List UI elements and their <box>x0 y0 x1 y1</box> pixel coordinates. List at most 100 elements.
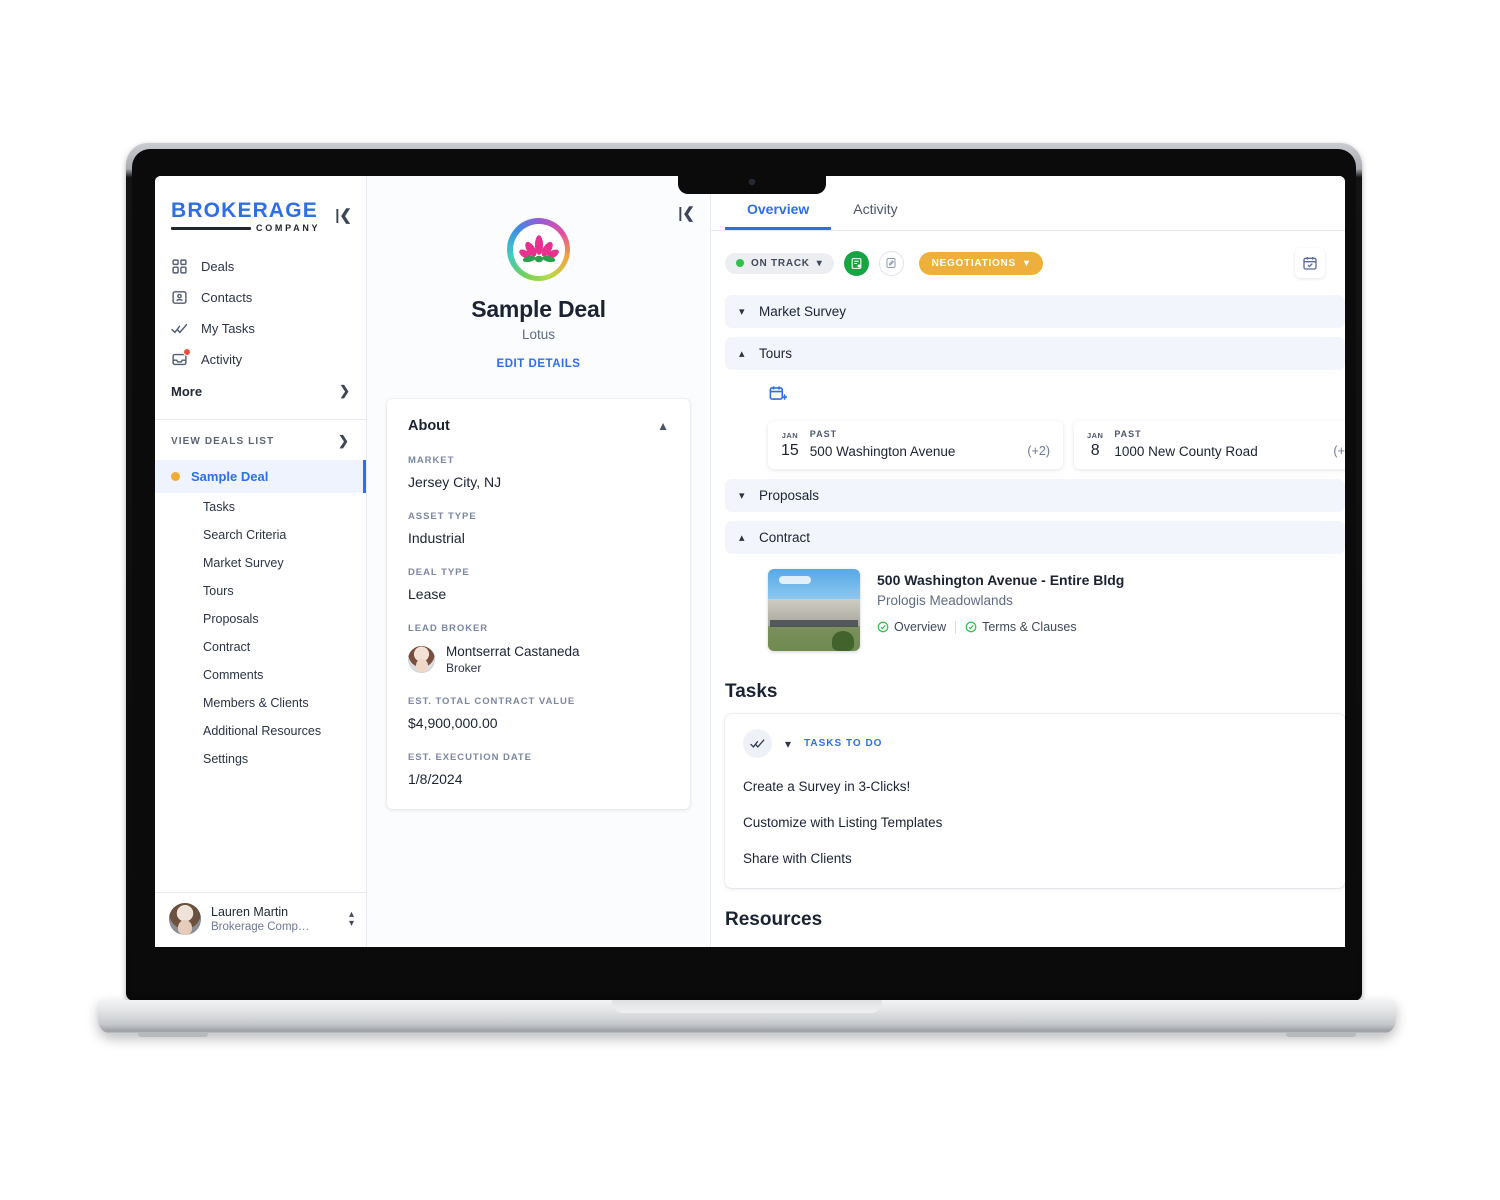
field-value: 1/8/2024 <box>408 771 463 788</box>
chevron-down-icon: ▾ <box>816 257 823 269</box>
status-toolbar: ON TRACK ▾ NEGOTIATIONS ▾ <box>711 231 1345 278</box>
tab-activity[interactable]: Activity <box>831 188 919 230</box>
task-item[interactable]: Customize with Listing Templates <box>743 815 1327 830</box>
survey-report-icon[interactable] <box>843 250 869 276</box>
field-label: LEAD BROKER <box>408 623 489 634</box>
double-check-icon[interactable] <box>743 729 772 758</box>
chevron-down-icon[interactable]: ▾ <box>785 737 791 751</box>
tour-address: 1000 New County Road <box>1114 444 1258 459</box>
status-dot-icon <box>736 259 744 267</box>
active-deal-label: Sample Deal <box>191 469 269 484</box>
tasks-heading: Tasks <box>725 681 778 702</box>
sidebar-item-label: My Tasks <box>201 321 255 336</box>
chevron-updown-icon[interactable]: ▴ ▾ <box>348 910 354 929</box>
tour-status: PAST <box>1114 429 1142 439</box>
user-profile-row[interactable]: Lauren Martin Brokerage Comp… ▴ ▾ <box>155 892 366 947</box>
accordion-contract[interactable]: ▴ Contract <box>725 521 1345 554</box>
note-edit-icon[interactable] <box>878 250 904 276</box>
brand-logo: BROKERAGE COMPANY <box>171 200 320 233</box>
contract-link-label: Overview <box>894 620 947 634</box>
avatar <box>169 903 201 935</box>
base-lip <box>612 1000 882 1013</box>
broker-name: Montserrat Castaneda <box>446 644 580 659</box>
task-item[interactable]: Share with Clients <box>743 851 1327 866</box>
sidebar-item-contract[interactable]: Contract <box>155 633 366 661</box>
sidebar-item-tasks[interactable]: Tasks <box>155 493 366 521</box>
accordion-market-survey[interactable]: ▾ Market Survey <box>725 295 1345 328</box>
field-deal-type: DEAL TYPE Lease <box>408 567 669 602</box>
detail-collapse-icon[interactable]: |❮ <box>678 204 695 222</box>
sidebar-item-members-clients[interactable]: Members & Clients <box>155 689 366 717</box>
field-label: EST. TOTAL CONTRACT VALUE <box>408 696 576 708</box>
chevron-right-icon: ❯ <box>339 383 350 398</box>
sidebar-item-activity[interactable]: Activity <box>155 344 366 375</box>
sidebar-item-proposals[interactable]: Proposals <box>155 605 366 633</box>
camera-icon <box>749 179 755 185</box>
accordion-title: Tours <box>759 346 793 361</box>
inbox-icon <box>171 348 191 368</box>
calendar-plus-icon[interactable] <box>768 384 788 408</box>
sidebar-item-deals[interactable]: Deals <box>155 251 366 282</box>
crm-application: BROKERAGE COMPANY |❮ Deals Contacts My T… <box>155 176 1345 947</box>
tour-card[interactable]: JAN 8 PAST 1000 New County Road (+3) <box>1074 421 1345 469</box>
contract-subtitle: Prologis Meadowlands <box>877 593 1013 608</box>
tours-content: JAN 15 PAST 500 Washington Avenue (+2) J… <box>725 379 1345 479</box>
accordion-proposals[interactable]: ▾ Proposals <box>725 479 1345 512</box>
sidebar-collapse-icon[interactable]: |❮ <box>335 200 352 224</box>
about-card-header[interactable]: About ▲ <box>408 418 669 434</box>
bush-shape <box>832 631 854 651</box>
sidebar-item-more[interactable]: More ❯ <box>155 375 366 409</box>
sidebar-item-sample-deal[interactable]: Sample Deal <box>155 460 366 493</box>
sidebar-item-settings[interactable]: Settings <box>155 745 366 773</box>
tour-day: 15 <box>781 442 799 459</box>
tasks-section: Tasks ▾ TASKS TO DO Create a Survey in 3 <box>711 665 1345 888</box>
deal-subnav: Tasks Search Criteria Market Survey Tour… <box>155 493 366 773</box>
laptop-base <box>98 1000 1396 1037</box>
sidebar-brand-row: BROKERAGE COMPANY |❮ <box>155 176 366 249</box>
sidebar-item-label: Activity <box>201 352 243 367</box>
calendar-check-icon[interactable] <box>1295 248 1325 278</box>
check-circle-icon <box>965 621 977 633</box>
contract-link-terms[interactable]: Terms & Clauses <box>965 620 1077 634</box>
tour-card[interactable]: JAN 15 PAST 500 Washington Avenue (+2) <box>768 421 1063 469</box>
user-name: Lauren Martin <box>211 904 289 919</box>
tour-more-count[interactable]: (+3) <box>1333 444 1345 459</box>
task-item[interactable]: Create a Survey in 3-Clicks! <box>743 779 1327 794</box>
sidebar-item-additional-resources[interactable]: Additional Resources <box>155 717 366 745</box>
status-badge-on-track[interactable]: ON TRACK ▾ <box>725 252 834 274</box>
sidebar-item-search-criteria[interactable]: Search Criteria <box>155 521 366 549</box>
sidebar-item-contacts[interactable]: Contacts <box>155 282 366 313</box>
accordion-sections: ▾ Market Survey ▴ Tours JAN 15 PAST 500 … <box>711 278 1345 665</box>
lead-broker-row[interactable]: Montserrat Castaneda Broker <box>408 643 669 675</box>
accordion-tours[interactable]: ▴ Tours <box>725 337 1345 370</box>
tour-status: PAST <box>809 429 838 439</box>
field-value: Jersey City, NJ <box>408 474 502 490</box>
chevron-up-icon[interactable]: ▲ <box>657 419 669 433</box>
chevron-up-icon: ▴ <box>739 348 745 360</box>
accordion-title: Contract <box>759 530 811 545</box>
chevron-down-glyph: ▾ <box>348 918 354 929</box>
tasks-filter-label[interactable]: TASKS TO DO <box>804 738 882 749</box>
view-deals-list-button[interactable]: VIEW DEALS LIST ❯ <box>155 420 366 460</box>
tour-main: PAST 1000 New County Road <box>1114 429 1322 459</box>
notification-badge <box>183 348 191 356</box>
tab-overview[interactable]: Overview <box>725 188 832 230</box>
sidebar-item-comments[interactable]: Comments <box>155 661 366 689</box>
sidebar-item-my-tasks[interactable]: My Tasks <box>155 313 366 344</box>
tour-main: PAST 500 Washington Avenue <box>810 429 1017 459</box>
stage-badge-negotiations[interactable]: NEGOTIATIONS ▾ <box>918 251 1043 275</box>
screen-notch <box>678 170 826 194</box>
tour-more-count[interactable]: (+2) <box>1027 444 1050 459</box>
tour-date: JAN 8 <box>1087 431 1103 460</box>
broker-texts: Montserrat Castaneda Broker <box>446 643 580 675</box>
laptop-foot-left <box>138 1033 208 1037</box>
edit-details-button[interactable]: EDIT DETAILS <box>367 358 710 370</box>
sidebar-item-market-survey[interactable]: Market Survey <box>155 549 366 577</box>
sidebar: BROKERAGE COMPANY |❮ Deals Contacts My T… <box>155 176 367 947</box>
sidebar-item-tours[interactable]: Tours <box>155 577 366 605</box>
status-label: ON TRACK <box>751 257 810 269</box>
contract-link-overview[interactable]: Overview <box>877 620 946 634</box>
chevron-up-icon: ▴ <box>739 532 745 544</box>
building-thumbnail[interactable] <box>768 569 860 651</box>
